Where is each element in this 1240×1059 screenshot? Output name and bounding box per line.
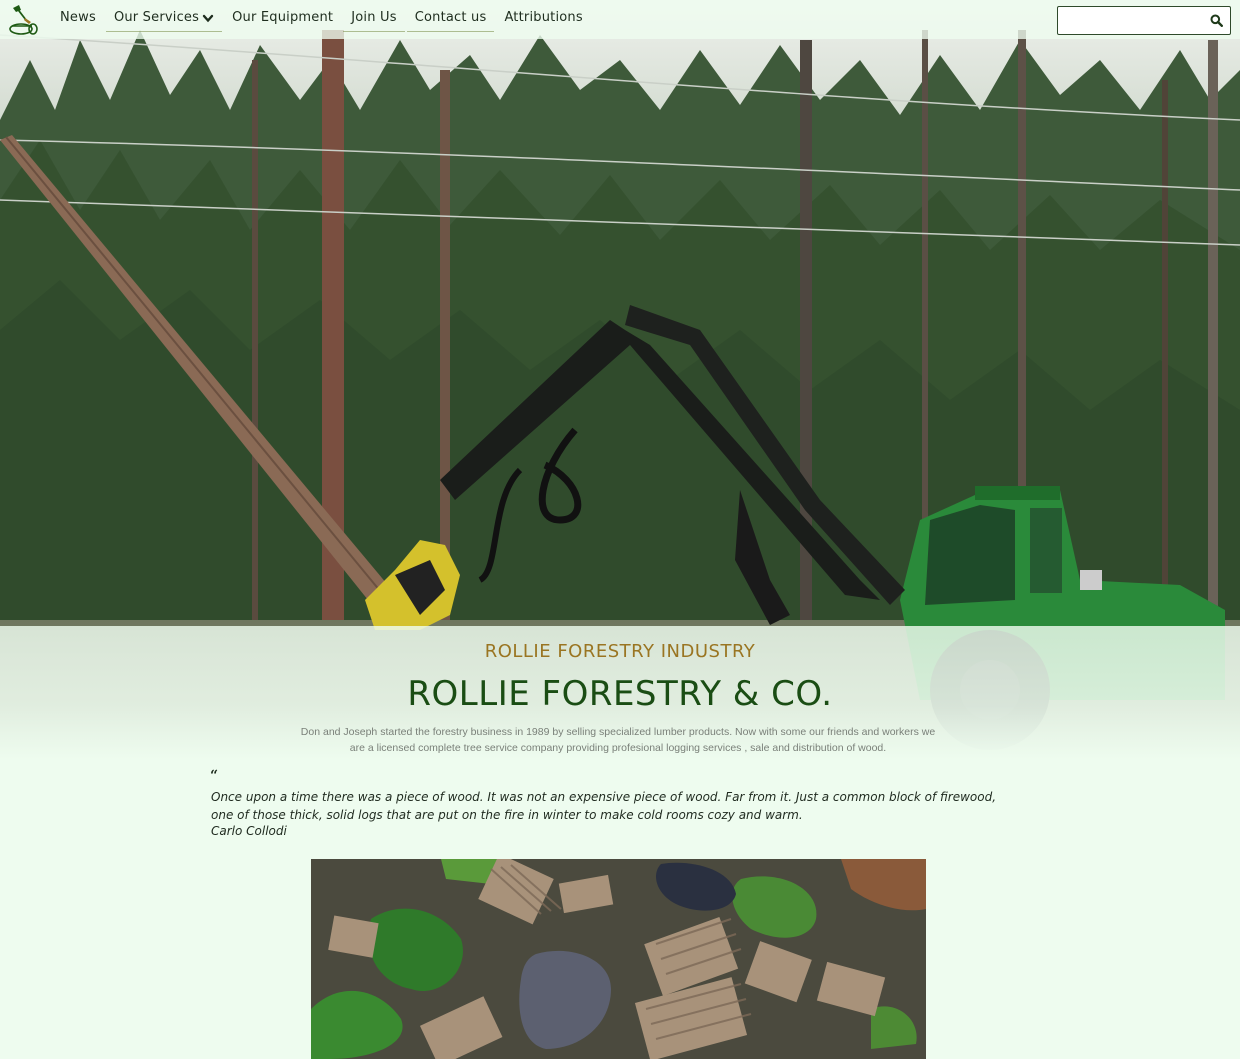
intro-paragraph: Don and Joseph started the forestry busi…: [300, 726, 936, 754]
log-and-axe-icon[interactable]: [8, 4, 40, 36]
quote-mark: “: [210, 768, 219, 784]
hero-kicker: ROLLIE FORESTRY INDUSTRY: [484, 641, 756, 662]
quote-text: Once upon a time there was a piece of wo…: [211, 790, 997, 822]
log-yard-image: [311, 859, 926, 1059]
page-title: ROLLIE FORESTRY & CO.: [407, 674, 833, 714]
search-box: [1057, 6, 1231, 35]
search-icon[interactable]: [1210, 14, 1223, 27]
nav-attributions[interactable]: Attributions: [496, 7, 590, 32]
top-navbar: News Our Services Our Equipment Join Us …: [0, 0, 1240, 39]
nav-news[interactable]: News: [52, 7, 104, 32]
quote-author: Carlo Collodi: [211, 824, 287, 838]
nav-our-equipment[interactable]: Our Equipment: [224, 7, 341, 32]
search-input[interactable]: [1062, 10, 1208, 31]
nav-menu: News Our Services Our Equipment Join Us …: [52, 0, 593, 39]
nav-our-services-label: Our Services: [113, 10, 200, 25]
nav-contact-us[interactable]: Contact us: [406, 7, 495, 32]
chevron-down-icon: [202, 14, 214, 22]
aerial-log-yard-illustration: [311, 859, 926, 1059]
nav-our-services[interactable]: Our Services: [105, 7, 223, 32]
nav-join-us[interactable]: Join Us: [343, 7, 405, 32]
